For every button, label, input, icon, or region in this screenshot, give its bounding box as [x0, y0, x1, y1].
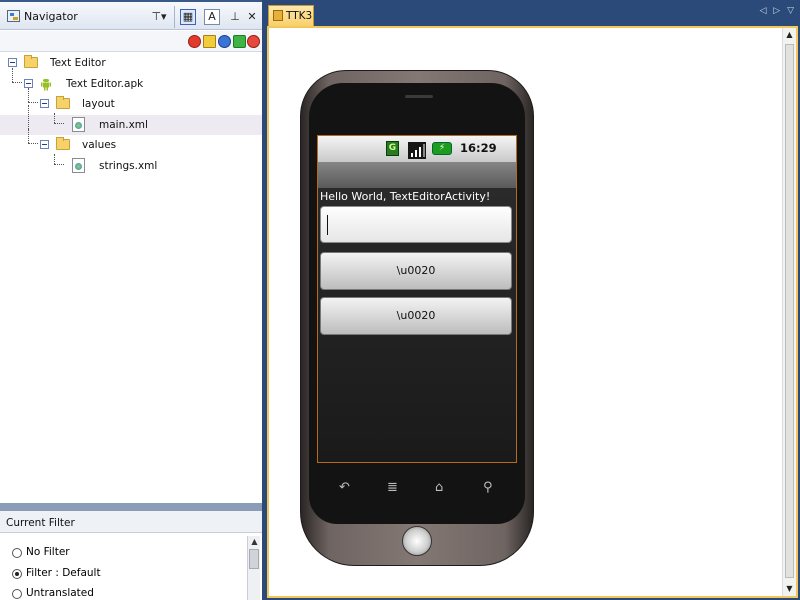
tree-connector [12, 67, 13, 82]
editor-area: TTK3 ◁ ▷ ▽ ▲ ▼ G ⚡ 16:29 Hello World, Te… [264, 0, 800, 600]
tree-connector [28, 88, 29, 102]
tree-item-layout[interactable]: layout [0, 88, 262, 115]
signal-icon [408, 142, 426, 159]
filter-panel-header: Current Filter [0, 503, 262, 533]
text-view-icon[interactable]: A [204, 9, 220, 25]
tab-scroll-arrows-icon[interactable]: ◁ ▷ ▽ [760, 6, 797, 16]
tree-item-label: strings.xml [99, 159, 158, 172]
tree-item-label: layout [82, 98, 115, 110]
tree-item-label: main.xml [99, 118, 148, 131]
tree-connector [54, 112, 55, 123]
folder-icon [56, 96, 70, 109]
collapse-icon[interactable] [8, 58, 17, 67]
scroll-down-icon[interactable]: ▼ [783, 582, 796, 596]
tree-item-main-xml[interactable]: main.xml [0, 104, 262, 135]
radio-label: Filter : Default [26, 567, 101, 579]
search-icon[interactable]: ⚲ [483, 480, 493, 495]
tree-connector [28, 102, 38, 103]
scroll-thumb[interactable] [785, 44, 794, 578]
earpiece [405, 95, 433, 98]
network-g-icon: G [386, 141, 399, 156]
xml-file-icon [72, 116, 85, 132]
hello-text: Hello World, TextEditorActivity! [320, 190, 491, 203]
document-icon [273, 10, 283, 21]
device-nav-keys: ↶ ≣ ⌂ ⚲ [325, 480, 513, 500]
app-button-2[interactable]: \u0020 [320, 297, 512, 335]
resource-tree: Text Editor Text Editor.apk layout main.… [0, 53, 262, 176]
tree-connector [28, 129, 29, 143]
menu-icon[interactable]: ≣ [387, 480, 398, 495]
radio-button-checked[interactable] [12, 569, 22, 579]
battery-icon: ⚡ [432, 142, 452, 155]
trackball[interactable] [402, 526, 432, 556]
radio-button[interactable] [12, 548, 22, 558]
scroll-up-icon[interactable]: ▲ [783, 28, 796, 42]
toolbar-divider [174, 6, 175, 28]
tree-item-values[interactable]: values [0, 129, 262, 156]
tree-item-label: Text Editor.apk [66, 77, 144, 90]
radio-button[interactable] [12, 589, 22, 599]
green-arrow-icon[interactable] [233, 35, 246, 48]
navigator-titlebar: Navigator ⊤▾ ▦ A ⊥ ✕ [0, 0, 262, 30]
tree-item-label: Text Editor [50, 57, 106, 69]
note-icon[interactable] [203, 35, 216, 48]
status-bar: G ⚡ 16:29 [318, 136, 516, 162]
back-icon[interactable]: ↶ [339, 480, 350, 495]
navigator-toolbar [0, 31, 262, 52]
filter-panel: No Filter Filter : Default Untranslated [0, 534, 262, 600]
home-icon[interactable]: ⌂ [435, 480, 443, 495]
collapse-icon[interactable] [40, 99, 49, 108]
pin-icon[interactable]: ⊥ [226, 8, 244, 26]
xml-file-icon [72, 157, 85, 173]
list-view-icon[interactable]: ▦ [180, 9, 196, 25]
status-clock: 16:29 [460, 141, 497, 155]
tree-item-strings-xml[interactable]: strings.xml [0, 153, 262, 177]
tree-item-label: values [82, 139, 117, 151]
info-icon[interactable] [218, 35, 231, 48]
tree-connector [12, 81, 22, 83]
collapse-icon[interactable] [40, 140, 49, 149]
red-circle-icon[interactable] [247, 35, 260, 48]
device-frame: G ⚡ 16:29 Hello World, TextEditorActivit… [300, 70, 534, 566]
folder-icon [24, 55, 38, 68]
android-icon [41, 78, 51, 90]
filter-title: Current Filter [6, 517, 75, 529]
scroll-thumb[interactable] [249, 549, 259, 569]
navigator-panel: Navigator ⊤▾ ▦ A ⊥ ✕ Text Editor Text Ed… [0, 0, 262, 600]
tab-ttk3[interactable]: TTK3 [268, 5, 314, 26]
tree-connector [54, 153, 55, 164]
preview-canvas: ▲ ▼ G ⚡ 16:29 Hello World, TextEditorAct… [267, 26, 798, 598]
navigator-icon [7, 10, 20, 22]
edit-text-field[interactable] [320, 206, 512, 243]
text-caret [327, 215, 328, 235]
app-title-bar [318, 162, 516, 188]
tree-connector [54, 163, 64, 165]
tab-label: TTK3 [286, 10, 313, 22]
app-button-1[interactable]: \u0020 [320, 252, 512, 290]
tree-item-text-editor[interactable]: Text Editor [0, 53, 262, 74]
radio-label: Untranslated [26, 587, 94, 599]
filter-scrollbar[interactable]: ▲ [247, 536, 260, 600]
preview-scrollbar[interactable]: ▲ ▼ [782, 28, 796, 596]
tree-connector [28, 143, 38, 144]
tree-connector [54, 122, 64, 124]
collapse-icon[interactable] [24, 78, 33, 88]
close-icon[interactable]: ✕ [243, 8, 261, 26]
tree-item-apk[interactable]: Text Editor.apk [0, 67, 262, 95]
stop-icon[interactable] [188, 35, 201, 48]
folder-icon [56, 137, 70, 150]
pin-dropdown-icon[interactable]: ⊤▾ [150, 8, 168, 26]
scroll-up-icon[interactable]: ▲ [248, 536, 261, 548]
device-screen: G ⚡ 16:29 Hello World, TextEditorActivit… [317, 135, 517, 463]
navigator-title: Navigator [24, 10, 78, 23]
radio-label: No Filter [26, 546, 70, 558]
